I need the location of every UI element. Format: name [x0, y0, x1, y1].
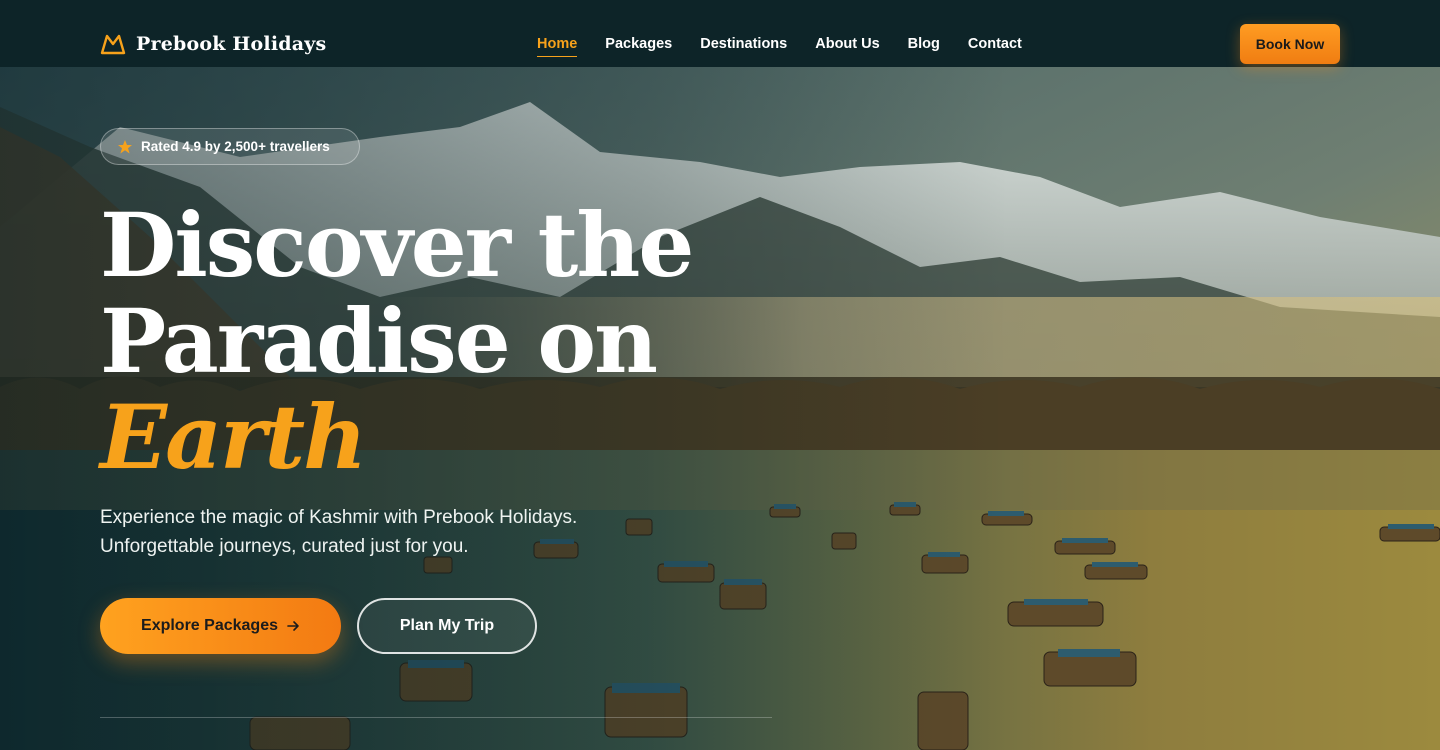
- hero-divider: [100, 717, 772, 718]
- headline-line-1: Discover the: [100, 193, 694, 297]
- headline-accent: Earth: [100, 385, 367, 489]
- rating-badge: Rated 4.9 by 2,500+ travellers: [100, 128, 360, 165]
- hero-headline: Discover the Paradise on Earth: [100, 193, 694, 489]
- nav-item-home[interactable]: Home: [537, 36, 578, 57]
- subtitle-line-1: Experience the magic of Kashmir with Pre…: [100, 507, 578, 528]
- mountain-icon: [100, 34, 126, 55]
- arrow-right-icon: [287, 621, 299, 631]
- hero-section: Rated 4.9 by 2,500+ travellers Discover …: [0, 67, 1440, 750]
- explore-packages-button[interactable]: Explore Packages: [100, 598, 341, 654]
- nav-item-contact[interactable]: Contact: [968, 36, 1022, 57]
- nav-item-blog[interactable]: Blog: [908, 36, 940, 57]
- main-menu: Home Packages Destinations About Us Blog…: [537, 36, 1050, 57]
- brand-logo[interactable]: Prebook Holidays: [100, 31, 326, 57]
- plan-my-trip-button[interactable]: Plan My Trip: [357, 598, 537, 654]
- explore-packages-label: Explore Packages: [141, 617, 278, 634]
- rating-text: Rated 4.9 by 2,500+ travellers: [141, 139, 330, 154]
- subtitle-line-2: Unforgettable journeys, curated just for…: [100, 536, 469, 557]
- hero-subtitle: Experience the magic of Kashmir with Pre…: [100, 503, 660, 561]
- nav-item-about-us[interactable]: About Us: [815, 36, 879, 57]
- top-navbar: Prebook Holidays Home Packages Destinati…: [0, 0, 1440, 67]
- nav-item-destinations[interactable]: Destinations: [700, 36, 787, 57]
- book-now-button[interactable]: Book Now: [1240, 24, 1340, 64]
- headline-line-2: Paradise on: [100, 289, 658, 393]
- brand-name: Prebook Holidays: [136, 33, 327, 55]
- nav-item-packages[interactable]: Packages: [605, 36, 672, 57]
- star-icon: [118, 139, 132, 153]
